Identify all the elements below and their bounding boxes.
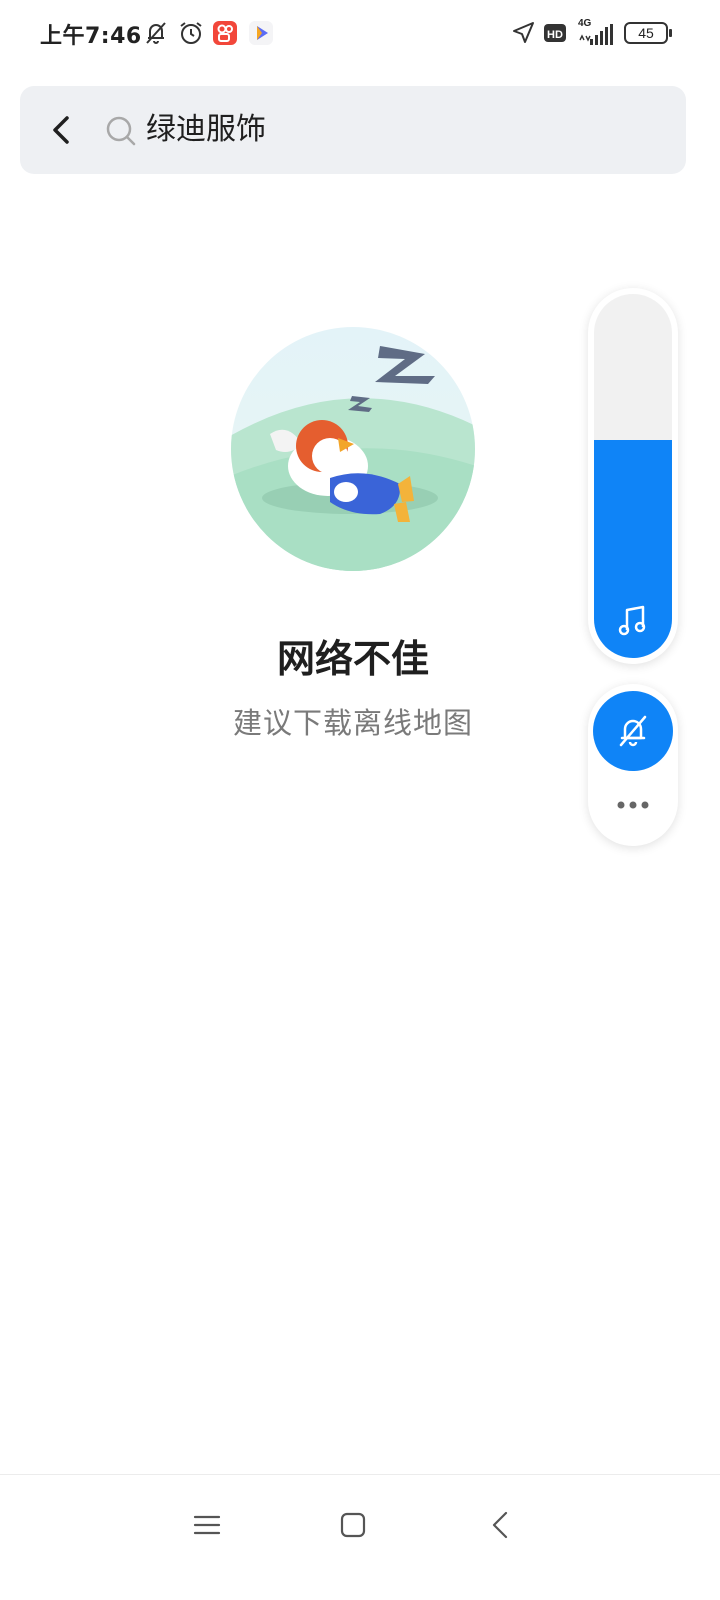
kuaishou-app-icon <box>213 21 237 45</box>
status-bar: 上午7:46 HD 4G 45 <box>0 0 720 70</box>
volume-slider[interactable] <box>594 294 672 658</box>
menu-icon[interactable] <box>189 1507 225 1543</box>
video-app-icon <box>249 21 273 45</box>
map-search-screen: 上午7:46 HD 4G 45 绿迪服饰 网络不佳 建议下载离线地图 <box>0 0 720 1600</box>
battery-level: 45 <box>638 25 654 41</box>
alarm-icon <box>180 22 202 44</box>
mute-toggle-button[interactable] <box>593 691 673 771</box>
svg-text:HD: HD <box>547 29 563 41</box>
signal-icon <box>579 24 613 45</box>
sleeping-penguin-illustration <box>231 327 475 571</box>
sound-control-panel <box>588 684 678 846</box>
bell-muted-icon <box>619 715 647 747</box>
back-arrow-icon[interactable] <box>40 108 84 152</box>
location-arrow-icon <box>513 22 534 43</box>
music-note-icon <box>618 605 646 636</box>
home-icon[interactable] <box>335 1507 371 1543</box>
search-input[interactable]: 绿迪服饰 <box>146 112 266 148</box>
back-icon[interactable] <box>484 1507 520 1543</box>
volume-panel[interactable] <box>588 288 678 664</box>
hd-icon: HD <box>544 24 566 42</box>
battery-icon: 45 <box>624 22 672 44</box>
search-icon <box>106 116 136 146</box>
more-dots-icon[interactable] <box>608 792 658 818</box>
navigation-bar <box>0 1474 720 1600</box>
mute-bell-icon <box>146 22 166 44</box>
search-bar[interactable]: 绿迪服饰 <box>20 86 686 174</box>
status-time: 上午7:46 <box>40 24 142 49</box>
